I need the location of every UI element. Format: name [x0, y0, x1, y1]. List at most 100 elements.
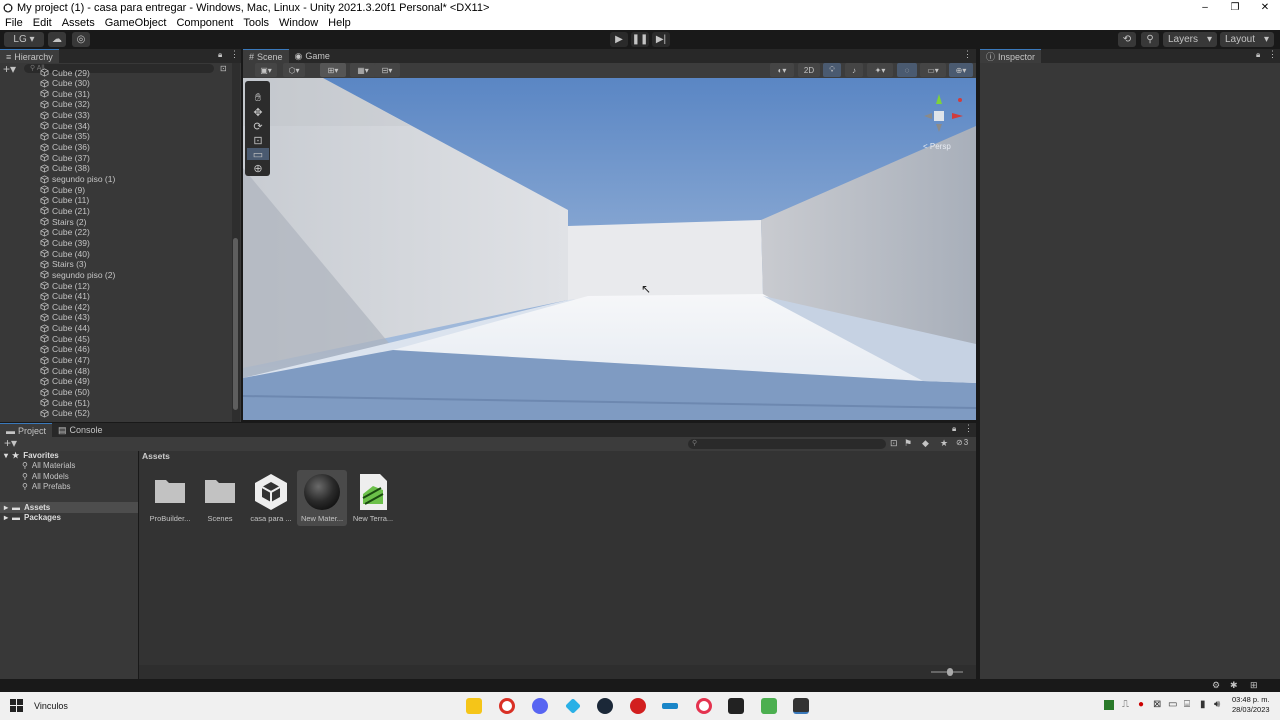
app-red-icon[interactable]: [630, 698, 646, 714]
effects-dropdown[interactable]: ✦▾: [867, 63, 893, 77]
snap-toggle[interactable]: ⊞▾: [320, 63, 346, 77]
favorite-all-materials[interactable]: ⚲ All Materials: [22, 461, 75, 470]
menu-edit[interactable]: Edit: [28, 17, 57, 29]
menu-window[interactable]: Window: [274, 17, 323, 29]
hierarchy-item[interactable]: Cube (51): [40, 397, 90, 408]
hierarchy-item[interactable]: Cube (46): [40, 344, 90, 355]
asset-tile-scene-file[interactable]: casa para ...: [246, 470, 296, 526]
lighting-icon[interactable]: 💡︎: [823, 63, 841, 77]
more-options-icon[interactable]: ⋮: [963, 49, 972, 60]
search-by-label-icon[interactable]: ⚑: [904, 438, 912, 449]
hierarchy-item[interactable]: Cube (32): [40, 99, 90, 110]
hierarchy-item[interactable]: Cube (40): [40, 248, 90, 259]
tray-monitor-icon[interactable]: ▭: [1168, 699, 1177, 710]
gizmos-dropdown[interactable]: ⊕▾: [949, 63, 973, 77]
breadcrumb[interactable]: Assets: [142, 451, 170, 461]
steam-icon[interactable]: [597, 698, 613, 714]
increment-snap[interactable]: ⊟▾: [374, 63, 400, 77]
hierarchy-item[interactable]: Cube (9): [40, 184, 85, 195]
taskbar-search-label[interactable]: Vinculos: [34, 701, 68, 711]
hierarchy-item[interactable]: Cube (21): [40, 205, 90, 216]
favorites-node[interactable]: ▾ ★ Favorites: [4, 451, 59, 460]
hierarchy-item[interactable]: Cube (37): [40, 152, 90, 163]
menu-gameobject[interactable]: GameObject: [100, 17, 172, 29]
account-dropdown[interactable]: LG ▾: [4, 32, 44, 47]
network-icon[interactable]: ⌸: [1184, 699, 1190, 710]
grid-toggle[interactable]: ▦▾: [350, 63, 376, 77]
chrome-icon[interactable]: [499, 698, 515, 714]
hierarchy-item[interactable]: Stairs (2): [40, 216, 86, 227]
scale-tool-icon[interactable]: ⊡: [247, 134, 269, 147]
hierarchy-item[interactable]: segundo piso (2): [40, 269, 115, 280]
transform-tool-icon[interactable]: ⊕: [247, 162, 269, 175]
maximize-button[interactable]: ❐: [1220, 2, 1250, 13]
rect-tool-icon[interactable]: ▭: [247, 148, 269, 161]
close-button[interactable]: ✕: [1250, 2, 1280, 13]
cloud-icon[interactable]: ☁: [48, 32, 66, 47]
tree-item-packages[interactable]: ▸ ▬ Packages: [4, 513, 61, 522]
hierarchy-item[interactable]: Cube (22): [40, 227, 90, 238]
hierarchy-item[interactable]: Cube (50): [40, 387, 90, 398]
hierarchy-item[interactable]: Cube (34): [40, 120, 90, 131]
tab-console[interactable]: ▤ Console: [52, 423, 109, 437]
hand-tool-icon[interactable]: ✋︎: [247, 92, 269, 104]
pause-button[interactable]: ❚❚: [631, 32, 649, 47]
draw-mode-dropdown[interactable]: ▣▾: [255, 63, 277, 77]
bug-icon[interactable]: ✱: [1230, 680, 1238, 691]
history-icon[interactable]: ⟲: [1118, 32, 1136, 47]
lock-icon[interactable]: 🔒︎: [218, 50, 222, 60]
hierarchy-item[interactable]: Cube (39): [40, 237, 90, 248]
hidden-objects-icon[interactable]: ◌: [897, 63, 917, 77]
hierarchy-item[interactable]: Cube (44): [40, 323, 90, 334]
hierarchy-item[interactable]: Cube (11): [40, 195, 89, 206]
hierarchy-item[interactable]: Cube (36): [40, 142, 90, 153]
discord-icon[interactable]: [532, 698, 548, 714]
usb-icon[interactable]: ⎍: [1122, 699, 1129, 710]
hierarchy-item[interactable]: Cube (35): [40, 131, 90, 142]
tree-item-assets[interactable]: ▸ ▬ Assets: [0, 502, 138, 513]
rotate-tool-icon[interactable]: ⟳: [247, 120, 269, 133]
unity-taskbar-icon[interactable]: [793, 698, 809, 714]
file-explorer-icon[interactable]: [466, 698, 482, 714]
search-icon[interactable]: ⚲: [1141, 32, 1159, 47]
tag-icon[interactable]: ◆: [922, 438, 929, 449]
hierarchy-item[interactable]: segundo piso (1): [40, 174, 115, 185]
search-by-type-icon[interactable]: ⊡: [890, 438, 898, 449]
tab-scene[interactable]: # Scene: [243, 49, 289, 63]
tray-settings-icon[interactable]: ⊠: [1153, 699, 1161, 710]
layout-dropdown[interactable]: Layout ▾: [1220, 32, 1274, 47]
perspective-label[interactable]: < Persp: [923, 142, 951, 151]
taskbar-clock[interactable]: 03:48 p. m. 28/03/2023: [1232, 695, 1270, 715]
tab-game[interactable]: ◉ Game: [289, 49, 336, 63]
hierarchy-item[interactable]: Cube (30): [40, 78, 90, 89]
asset-tile-probuilder[interactable]: ProBuilder...: [145, 470, 195, 526]
hidden-packages-toggle[interactable]: ⊘ 3: [956, 438, 968, 447]
step-button[interactable]: ▶|: [652, 32, 670, 47]
minimize-button[interactable]: –: [1190, 2, 1220, 13]
opera-icon[interactable]: [696, 698, 712, 714]
scene-viewport[interactable]: < Persp ↖: [243, 78, 976, 420]
menu-file[interactable]: File: [0, 17, 28, 29]
tray-app-icon[interactable]: ●: [1138, 699, 1144, 710]
hierarchy-item[interactable]: Cube (31): [40, 88, 90, 99]
hierarchy-item[interactable]: Cube (48): [40, 365, 90, 376]
shading-dropdown[interactable]: ◐▾: [770, 63, 794, 77]
hierarchy-item[interactable]: Cube (47): [40, 355, 90, 366]
add-icon[interactable]: +▾: [4, 437, 17, 450]
lock-icon[interactable]: 🔒︎: [952, 424, 956, 434]
hierarchy-scrollbar[interactable]: [232, 63, 240, 422]
hierarchy-item[interactable]: Cube (49): [40, 376, 90, 387]
tab-project[interactable]: ▬ Project: [0, 423, 53, 437]
move-tool-icon[interactable]: ✥: [247, 106, 269, 119]
render-mode-dropdown[interactable]: ⬡▾: [283, 63, 305, 77]
collab-icon[interactable]: ◎: [72, 32, 90, 47]
progress-icon[interactable]: ⚙: [1212, 680, 1220, 691]
tab-inspector[interactable]: ⓘ Inspector: [980, 49, 1042, 63]
hierarchy-item[interactable]: Cube (29): [40, 67, 90, 78]
volume-icon[interactable]: 🔊︎: [1214, 699, 1220, 710]
hierarchy-item[interactable]: Cube (41): [40, 291, 90, 302]
hierarchy-item[interactable]: Cube (45): [40, 333, 90, 344]
hierarchy-item[interactable]: Stairs (3): [40, 259, 86, 270]
menu-assets[interactable]: Assets: [57, 17, 100, 29]
camera-dropdown[interactable]: ▭▾: [920, 63, 946, 77]
